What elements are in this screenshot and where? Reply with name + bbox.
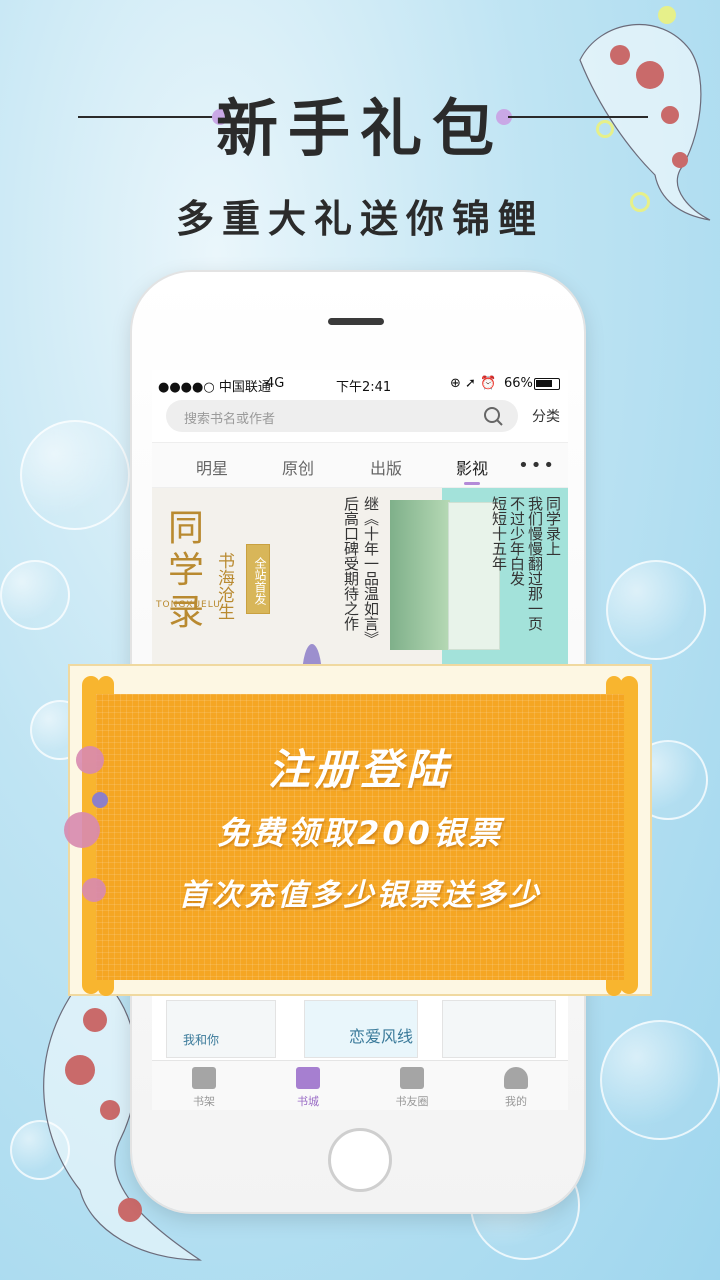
book-card-title: 恋爱风线	[349, 1027, 414, 1046]
banner-right-1: 同学录上	[544, 496, 562, 556]
nav-bookstore[interactable]: 书城	[256, 1061, 360, 1110]
nav-label: 书架	[193, 1095, 215, 1108]
bookshelf-icon	[192, 1067, 216, 1089]
banner-badge: 全站首发	[246, 544, 270, 614]
banner-slogan-1: 继《十年一品温如言》	[362, 496, 380, 646]
time-label: 下午2:41	[336, 380, 392, 395]
nav-label: 我的	[505, 1095, 527, 1108]
nav-community[interactable]: 书友圈	[360, 1061, 464, 1110]
chat-icon	[400, 1067, 424, 1089]
home-button[interactable]	[328, 1128, 392, 1192]
recharge-bonus-text: 首次充值多少银票送多少	[178, 878, 542, 913]
more-icon[interactable]: •••	[518, 455, 556, 476]
book-list: 我和你 恋爱风线	[152, 1000, 568, 1060]
book-card[interactable]: 我和你	[166, 1000, 276, 1058]
tab-star[interactable]: 明星	[196, 455, 228, 479]
nav-profile[interactable]: 我的	[464, 1061, 568, 1110]
book-card-title: 我和你	[183, 1033, 220, 1047]
battery-icon	[534, 378, 560, 390]
nav-bookshelf[interactable]: 书架	[152, 1061, 256, 1110]
promo-subtitle: 多重大礼送你锦鲤	[175, 197, 544, 241]
background-bubble	[600, 1020, 720, 1140]
tab-film[interactable]: 影视	[456, 455, 488, 479]
free-tickets-text: 免费领取200银票	[217, 814, 503, 852]
search-input[interactable]: 搜索书名或作者	[166, 400, 518, 432]
profile-icon	[504, 1067, 528, 1089]
banner-author: 书海沧生	[214, 552, 234, 620]
banner-book-title: 同学录	[168, 508, 205, 633]
register-login-title: 注册登陆	[267, 745, 452, 794]
active-tab-indicator	[464, 482, 480, 485]
banner-slogan-2: 后高口碑受期待之作	[342, 496, 360, 631]
nav-label: 书友圈	[395, 1095, 429, 1108]
banner-right-3: 不过少年白发	[508, 496, 526, 586]
phone-speaker	[328, 318, 384, 325]
status-icons: ⊕ ➚ ⏰	[450, 376, 497, 391]
promo-header: 新手礼包	[0, 78, 720, 165]
book-card[interactable]: 恋爱风线	[304, 1000, 418, 1058]
background-bubble	[606, 560, 706, 660]
category-button[interactable]: 分类	[532, 406, 560, 426]
banner-right-2: 我们慢慢翻过那一页	[526, 496, 544, 631]
nav-label: 书城	[297, 1095, 319, 1108]
category-tabs: 明星 原创 出版 影视 •••	[152, 442, 568, 488]
status-bar: ●●●●○ 中国联通 4G 下午2:41 ⊕ ➚ ⏰ 66%	[152, 370, 568, 398]
bottom-navigation: 书架 书城 书友圈 我的	[152, 1060, 568, 1110]
banner-right-4: 短短十五年	[490, 496, 508, 571]
tab-published[interactable]: 出版	[370, 455, 402, 479]
bookstore-icon	[296, 1067, 320, 1089]
background-bubble	[20, 420, 130, 530]
network-label: 4G	[266, 376, 285, 391]
search-icon[interactable]	[482, 405, 504, 427]
background-bubble	[0, 560, 70, 630]
battery-percent: 66%	[504, 376, 533, 391]
promo-title: 新手礼包	[215, 92, 504, 165]
book-card[interactable]	[442, 1000, 556, 1058]
tab-original[interactable]: 原创	[282, 455, 314, 479]
carrier-label: ●●●●○ 中国联通	[158, 380, 271, 395]
book-cover	[390, 500, 450, 650]
search-placeholder: 搜索书名或作者	[184, 412, 276, 427]
